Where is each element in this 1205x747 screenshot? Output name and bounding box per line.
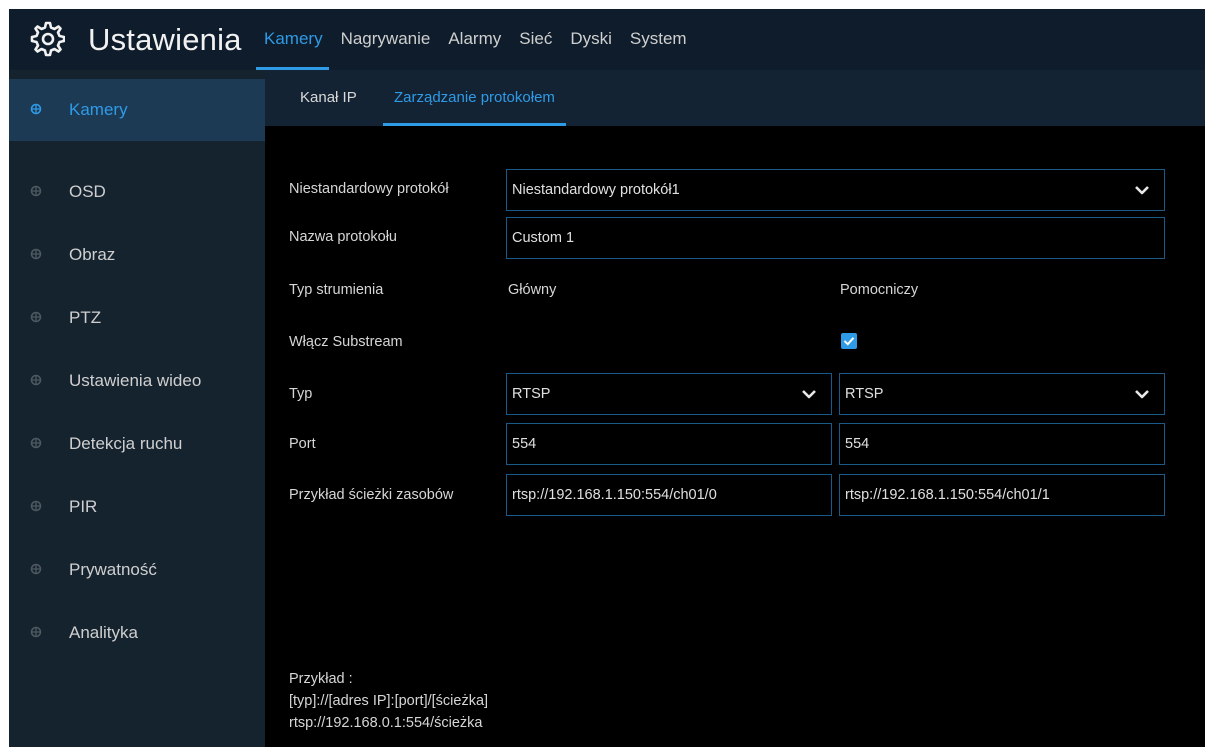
sidebar-item-ustawienia-wideo[interactable]: Ustawienia wideo — [9, 350, 265, 412]
port-label: Port — [289, 436, 316, 452]
chevron-down-icon — [802, 390, 816, 399]
bullet-icon — [30, 311, 42, 323]
example-block: Przykład : [typ]://[adres IP]:[port]/[śc… — [289, 668, 488, 734]
sidebar-item-obraz[interactable]: Obraz — [9, 224, 265, 286]
sidebar-item-label: Analityka — [69, 623, 138, 642]
settings-gear-icon[interactable] — [29, 21, 65, 57]
sidebar-item-label: Kamery — [69, 100, 128, 119]
sidebar-item-label: Prywatność — [69, 560, 157, 579]
top-strip — [0, 0, 1205, 9]
port-main-value: 554 — [512, 436, 537, 452]
example-title: Przykład : — [289, 671, 353, 687]
type-sub-value: RTSP — [845, 386, 884, 402]
tab-dyski[interactable]: Dyski — [561, 9, 621, 70]
bullet-icon — [30, 437, 42, 449]
tab-alarmy[interactable]: Alarmy — [439, 9, 510, 70]
example-format: [typ]://[adres IP]:[port]/[ścieżka] — [289, 693, 489, 709]
resource-path-main-value: rtsp://192.168.1.150:554/ch01/0 — [512, 487, 717, 503]
stream-type-sub: Pomocniczy — [840, 282, 919, 298]
top-nav: Kamery Nagrywanie Alarmy Sieć Dyski Syst… — [254, 9, 696, 70]
enable-substream-checkbox[interactable] — [841, 333, 857, 349]
subtab-bar: Kanał IP Zarządzanie protokołem — [265, 70, 1205, 126]
resource-path-sub-value: rtsp://192.168.1.150:554/ch01/1 — [845, 487, 1050, 503]
bullet-icon — [30, 563, 42, 575]
tab-nagrywanie[interactable]: Nagrywanie — [332, 9, 440, 70]
header-bar: Ustawienia Kamery Nagrywanie Alarmy Sieć… — [9, 9, 1205, 70]
bullet-icon — [30, 248, 42, 260]
protocol-name-input[interactable]: Custom 1 — [506, 217, 1165, 259]
subtab-zarzadzanie-protokolem[interactable]: Zarządzanie protokołem — [383, 70, 566, 126]
sidebar-item-detekcja-ruchu[interactable]: Detekcja ruchu — [9, 413, 265, 475]
sidebar-item-kamery[interactable]: Kamery — [9, 79, 265, 141]
main-panel: Kanał IP Zarządzanie protokołem Niestand… — [265, 70, 1205, 747]
resource-path-label: Przykład ścieżki zasobów — [289, 487, 454, 503]
tab-system[interactable]: System — [621, 9, 696, 70]
port-sub-value: 554 — [845, 436, 870, 452]
bullet-icon — [30, 103, 42, 115]
custom-protocol-label: Niestandardowy protokół — [289, 181, 449, 197]
bullet-icon — [30, 500, 42, 512]
page-title: Ustawienia — [88, 22, 242, 57]
enable-substream-label: Włącz Substream — [289, 334, 403, 350]
sidebar-item-label: Ustawienia wideo — [69, 371, 202, 390]
settings-window: Ustawienia Kamery Nagrywanie Alarmy Sieć… — [9, 9, 1205, 747]
subtab-kanal-ip[interactable]: Kanał IP — [300, 70, 357, 126]
bullet-icon — [30, 374, 42, 386]
tab-kamery[interactable]: Kamery — [254, 9, 332, 70]
type-label: Typ — [289, 386, 313, 402]
chevron-down-icon — [1135, 390, 1149, 399]
checkmark-icon — [843, 337, 855, 346]
sidebar-item-label: Obraz — [69, 245, 116, 264]
sidebar-item-label: OSD — [69, 182, 106, 201]
sidebar-item-analityka[interactable]: Analityka — [9, 602, 265, 664]
type-sub-select[interactable]: RTSP — [839, 373, 1165, 415]
sidebar: Kamery OSD Obraz PTZ Ustawienia wideo De… — [9, 70, 265, 747]
custom-protocol-value: Niestandardowy protokół1 — [512, 182, 680, 198]
sidebar-item-pir[interactable]: PIR — [9, 476, 265, 538]
custom-protocol-select[interactable]: Niestandardowy protokół1 — [506, 169, 1165, 211]
sidebar-item-label: PIR — [69, 497, 98, 516]
sidebar-item-label: PTZ — [69, 308, 102, 327]
sidebar-item-prywatnosc[interactable]: Prywatność — [9, 539, 265, 601]
example-sample: rtsp://192.168.0.1:554/ścieżka — [289, 715, 483, 731]
sidebar-item-label: Detekcja ruchu — [69, 434, 183, 453]
sidebar-item-ptz[interactable]: PTZ — [9, 287, 265, 349]
bullet-icon — [30, 626, 42, 638]
type-main-value: RTSP — [512, 386, 551, 402]
sidebar-item-osd[interactable]: OSD — [9, 161, 265, 223]
protocol-name-value: Custom 1 — [512, 230, 575, 246]
stream-type-main: Główny — [508, 282, 557, 298]
tab-siec[interactable]: Sieć — [510, 9, 561, 70]
resource-path-sub-input[interactable]: rtsp://192.168.1.150:554/ch01/1 — [839, 474, 1165, 516]
bullet-icon — [30, 185, 42, 197]
stream-type-label: Typ strumienia — [289, 282, 384, 298]
resource-path-main-input[interactable]: rtsp://192.168.1.150:554/ch01/0 — [506, 474, 832, 516]
port-sub-input[interactable]: 554 — [839, 423, 1165, 465]
chevron-down-icon — [1135, 186, 1149, 195]
type-main-select[interactable]: RTSP — [506, 373, 832, 415]
protocol-name-label: Nazwa protokołu — [289, 229, 397, 245]
port-main-input[interactable]: 554 — [506, 423, 832, 465]
